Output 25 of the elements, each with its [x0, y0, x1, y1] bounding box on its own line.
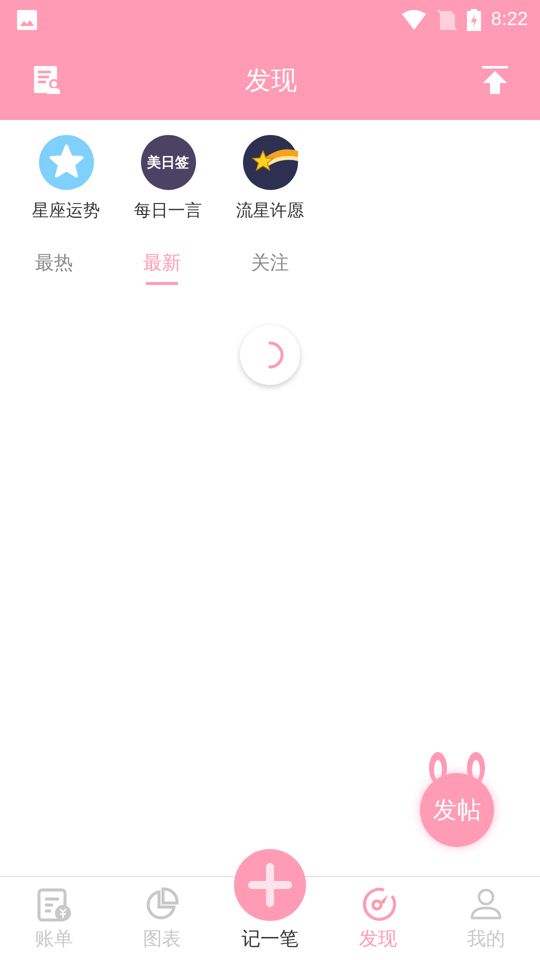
shortcut-label[interactable]: 星座运势: [32, 199, 100, 222]
battery-charging-icon: [467, 9, 482, 31]
post-button[interactable]: 发帖: [420, 773, 494, 847]
wifi-icon: [401, 9, 428, 31]
feed-tab[interactable]: 最热: [35, 250, 73, 276]
plus-icon: [248, 863, 292, 907]
page-title: 发现: [245, 64, 297, 98]
person-icon: [468, 886, 504, 922]
shortcut-label[interactable]: 流星许愿: [236, 199, 304, 222]
nav-label[interactable]: 记一笔: [242, 926, 298, 952]
no-sim-icon: [437, 9, 458, 31]
upload-icon[interactable]: [482, 66, 508, 94]
tab-indicator: [146, 282, 178, 285]
image-icon: [16, 9, 38, 31]
feed-tab[interactable]: 关注: [251, 250, 289, 276]
receipt-icon: [36, 886, 72, 922]
pie-chart-icon: [144, 886, 180, 922]
meteor-icon: [242, 135, 298, 190]
logo-icon: 美日签: [140, 135, 196, 190]
shortcut-label[interactable]: 每日一言: [134, 199, 202, 222]
nav-label[interactable]: 发现: [359, 926, 397, 952]
compass-icon: [360, 886, 396, 922]
feed-tab[interactable]: 最新: [143, 250, 181, 276]
document-user-icon[interactable]: [34, 66, 60, 94]
status-time: 8:22: [491, 9, 528, 31]
